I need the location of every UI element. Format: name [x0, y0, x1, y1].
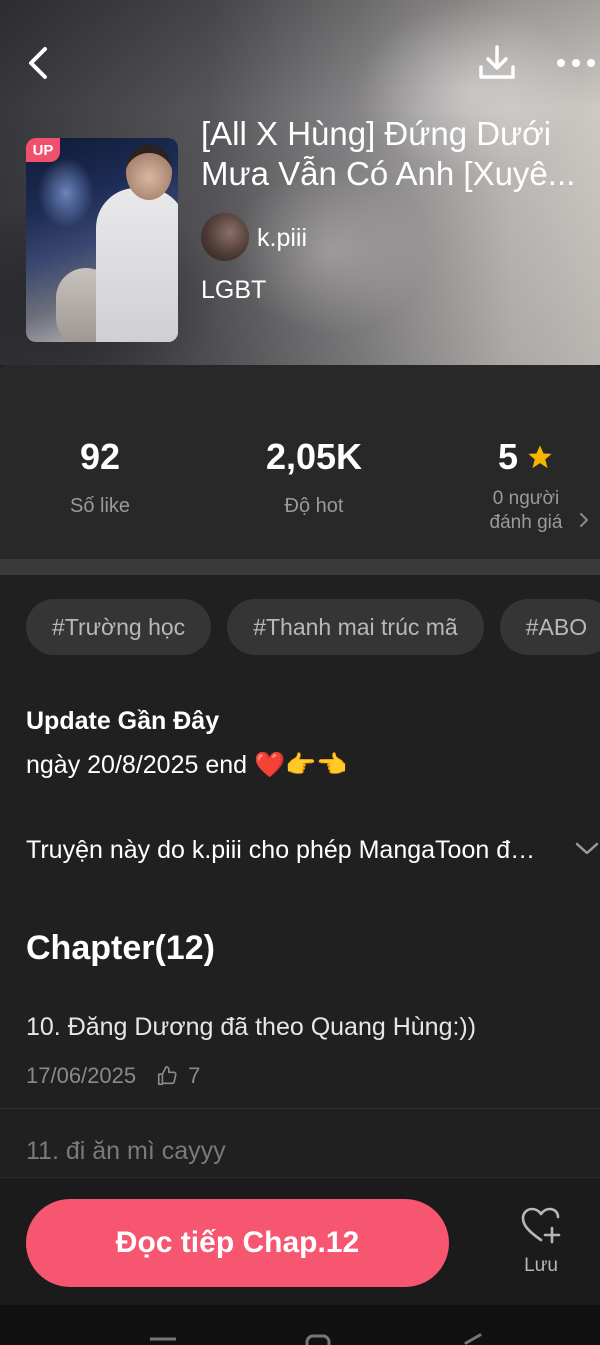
chapter-title: 11. đi ăn mì cayyy: [26, 1137, 226, 1165]
likes-count: 92: [79, 436, 121, 477]
likes-stat: 92 Số like: [40, 435, 160, 518]
title-line: Mưa Vẫn Có Anh [Xuyê...: [201, 155, 576, 192]
chapter-like-count: 7: [188, 1063, 201, 1088]
comic-title: [All X Hùng] Đứng Dưới Mưa Vẫn Có Anh [X…: [201, 114, 596, 194]
author-avatar[interactable]: [201, 213, 249, 261]
rating-stat[interactable]: 5 0 người đánh giá: [470, 435, 582, 535]
heart-plus-icon: [521, 1207, 561, 1244]
rating-count-label: 0 người: [492, 488, 560, 509]
title-line: [All X Hùng] Đứng Dưới: [201, 115, 552, 152]
continue-reading-button[interactable]: Đọc tiếp Chap.12: [26, 1199, 449, 1287]
more-options-button[interactable]: [552, 40, 600, 86]
likes-label: Số like: [69, 495, 131, 517]
tag-list[interactable]: #Trường học #Thanh mai trúc mã #ABO: [26, 599, 600, 655]
cover-image[interactable]: [26, 138, 178, 342]
save-label: Lưu: [524, 1255, 558, 1276]
rating-value: 5: [497, 436, 519, 477]
chapter-title: 10. Đăng Dương đã theo Quang Hùng:)): [26, 1013, 477, 1041]
hero-banner: UP [All X Hùng] Đứng Dưới Mưa Vẫn Có Anh…: [0, 0, 600, 365]
rating-label: đánh giá: [489, 512, 563, 533]
section-divider: [0, 559, 600, 575]
permission-text[interactable]: Truyện này do k.piii cho phép MangaToon …: [26, 836, 546, 865]
thumbs-up-icon: [158, 1066, 177, 1086]
bottom-action-bar: Đọc tiếp Chap.12 Lưu: [0, 1177, 600, 1305]
back-button[interactable]: [18, 40, 58, 86]
more-dots-icon: [557, 59, 595, 67]
update-heading: Update Gần Đây: [26, 707, 220, 735]
chevron-down-icon[interactable]: [574, 841, 600, 857]
hot-stat: 2,05K Độ hot: [244, 435, 384, 518]
chapter-row[interactable]: 11. đi ăn mì cayyy: [0, 1135, 600, 1177]
tag-chip[interactable]: #ABO: [499, 599, 600, 655]
chevron-right-icon[interactable]: [578, 511, 590, 529]
genre-label[interactable]: LGBT: [201, 276, 266, 305]
hot-count: 2,05K: [265, 436, 363, 477]
chapter-list-heading: Chapter(12): [26, 929, 215, 967]
home-icon[interactable]: [304, 1333, 332, 1345]
hot-label: Độ hot: [284, 495, 344, 517]
stats-panel: 92 Số like 2,05K Độ hot 5 0 người đánh g…: [0, 365, 600, 559]
download-button[interactable]: [474, 40, 520, 86]
save-button[interactable]: Lưu: [506, 1206, 576, 1286]
update-text: ngày 20/8/2025 end ❤️👉👈: [26, 751, 348, 779]
chapter-row[interactable]: 10. Đăng Dương đã theo Quang Hùng:)) 17/…: [0, 1009, 600, 1109]
tag-chip[interactable]: #Thanh mai trúc mã: [227, 599, 484, 655]
author-name[interactable]: k.piii: [257, 224, 307, 253]
nav-back-icon[interactable]: [460, 1333, 484, 1345]
system-navigation-bar: [0, 1305, 600, 1345]
detail-content[interactable]: #Trường học #Thanh mai trúc mã #ABO Upda…: [0, 575, 600, 1177]
download-icon: [479, 45, 515, 79]
tag-chip[interactable]: #Trường học: [26, 599, 212, 655]
chapter-date: 17/06/2025: [26, 1063, 137, 1088]
star-icon: [528, 445, 552, 469]
back-arrow-icon: [29, 47, 47, 79]
recent-apps-icon[interactable]: [148, 1333, 178, 1345]
update-badge: UP: [26, 138, 60, 162]
